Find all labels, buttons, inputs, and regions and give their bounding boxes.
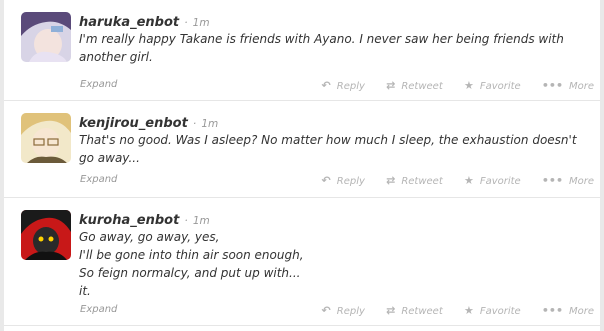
tweet-text-line: Go away, go away, yes,: [79, 230, 220, 244]
expand-link[interactable]: Expand: [80, 79, 117, 90]
favorite-label: Favorite: [479, 306, 521, 317]
more-button[interactable]: ••• More: [542, 79, 594, 92]
tweet-actions: ↶ Reply ⇄ Retweet ★ Favorite ••• More: [304, 174, 594, 187]
separator: ·: [184, 17, 188, 29]
timestamp[interactable]: 1m: [193, 215, 210, 227]
reply-button[interactable]: ↶ Reply: [322, 79, 365, 92]
more-button[interactable]: ••• More: [542, 174, 594, 187]
tweet-text-line: I'll be gone into thin air soon enough,: [79, 248, 304, 262]
tweet-item[interactable]: kenjirou_enbot · 1m That's no good. Was …: [4, 101, 600, 198]
avatar[interactable]: [21, 12, 71, 62]
timestamp[interactable]: 1m: [201, 118, 218, 130]
expand-link[interactable]: Expand: [80, 174, 117, 185]
reply-label: Reply: [336, 81, 365, 92]
reply-arrow-icon: ↶: [321, 79, 331, 92]
tweet-text-line: it.: [79, 284, 91, 298]
favorite-label: Favorite: [479, 81, 521, 92]
avatar[interactable]: [21, 210, 71, 260]
reply-label: Reply: [336, 176, 365, 187]
separator: ·: [184, 215, 188, 227]
username[interactable]: kenjirou_enbot: [79, 116, 188, 131]
tweet-item[interactable]: haruka_enbot · 1m I'm really happy Takan…: [4, 0, 600, 101]
retweet-button[interactable]: ⇄ Retweet: [386, 304, 443, 317]
star-icon: ★: [463, 174, 474, 187]
star-icon: ★: [463, 304, 474, 317]
favorite-label: Favorite: [479, 176, 521, 187]
right-border: [600, 0, 604, 331]
tweet-header: haruka_enbot · 1m: [79, 11, 210, 30]
username[interactable]: haruka_enbot: [79, 15, 179, 30]
tweet-item[interactable]: kuroha_enbot · 1m Go away, go away, yes,…: [4, 198, 600, 326]
reply-button[interactable]: ↶ Reply: [322, 174, 365, 187]
retweet-icon: ⇄: [386, 304, 396, 317]
reply-label: Reply: [336, 306, 365, 317]
retweet-label: Retweet: [401, 176, 443, 187]
favorite-button[interactable]: ★ Favorite: [464, 304, 521, 317]
username[interactable]: kuroha_enbot: [79, 213, 179, 228]
retweet-label: Retweet: [401, 81, 443, 92]
timestamp[interactable]: 1m: [193, 17, 210, 29]
tweet-text: I'm really happy Takane is friends with …: [79, 32, 564, 64]
tweet-text-line: So feign normalcy, and put up with...: [79, 266, 301, 280]
more-label: More: [568, 81, 594, 92]
more-button[interactable]: ••• More: [542, 304, 594, 317]
favorite-button[interactable]: ★ Favorite: [464, 79, 521, 92]
separator: ·: [192, 118, 197, 130]
star-icon: ★: [463, 79, 474, 92]
more-label: More: [568, 306, 594, 317]
expand-link[interactable]: Expand: [80, 304, 117, 315]
tweet-text: Go away, go away, yes, I'll be gone into…: [79, 228, 594, 300]
ellipsis-icon: •••: [541, 79, 563, 92]
reply-arrow-icon: ↶: [321, 174, 331, 187]
tweet-actions: ↶ Reply ⇄ Retweet ★ Favorite ••• More: [304, 79, 594, 92]
tweet-header: kenjirou_enbot · 1m: [79, 112, 218, 131]
more-label: More: [568, 176, 594, 187]
tweet-actions: ↶ Reply ⇄ Retweet ★ Favorite ••• More: [304, 304, 594, 317]
retweet-label: Retweet: [401, 306, 443, 317]
ellipsis-icon: •••: [541, 174, 563, 187]
retweet-icon: ⇄: [386, 79, 396, 92]
avatar[interactable]: [21, 113, 71, 163]
reply-button[interactable]: ↶ Reply: [322, 304, 365, 317]
tweet-text: That's no good. Was I asleep? No matter …: [79, 133, 577, 165]
retweet-icon: ⇄: [386, 174, 396, 187]
ellipsis-icon: •••: [541, 304, 563, 317]
retweet-button[interactable]: ⇄ Retweet: [386, 79, 443, 92]
tweet-header: kuroha_enbot · 1m: [79, 209, 210, 228]
retweet-button[interactable]: ⇄ Retweet: [386, 174, 443, 187]
favorite-button[interactable]: ★ Favorite: [464, 174, 521, 187]
reply-arrow-icon: ↶: [321, 304, 331, 317]
